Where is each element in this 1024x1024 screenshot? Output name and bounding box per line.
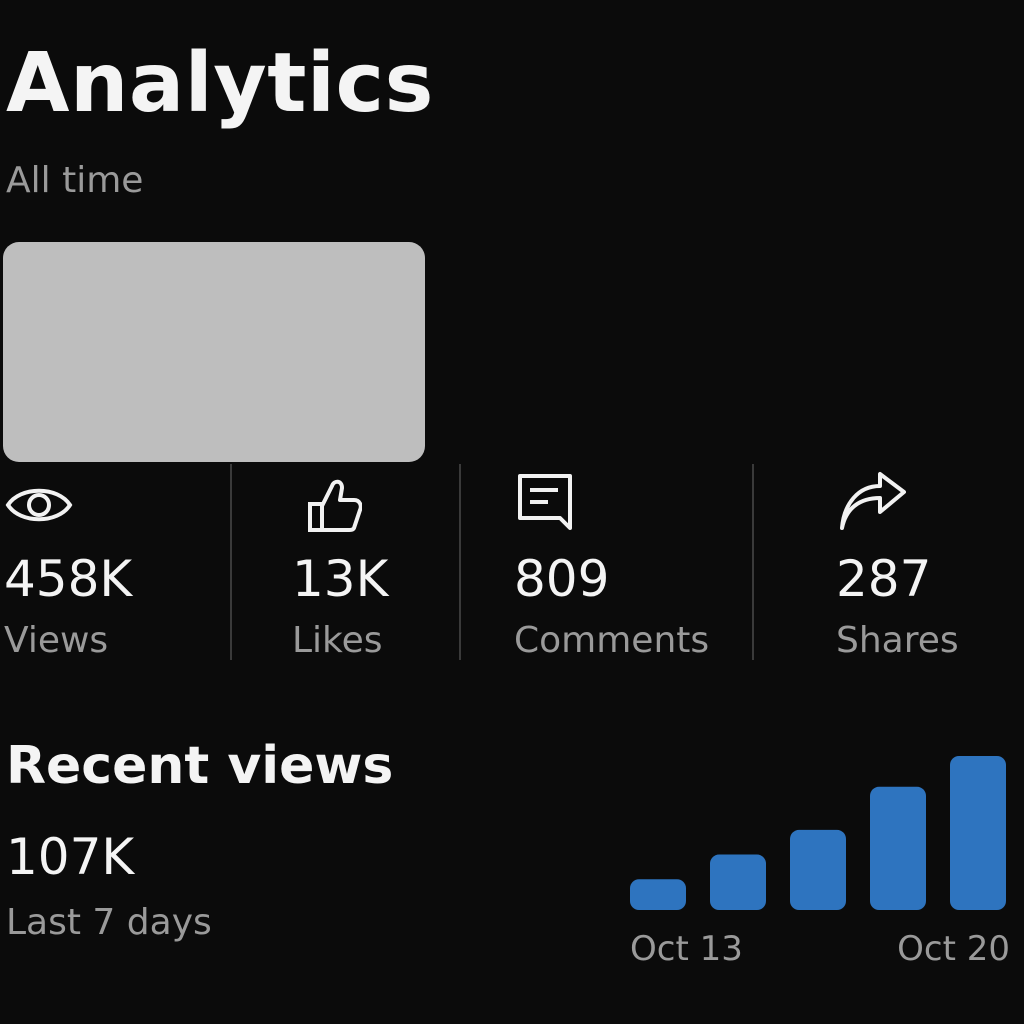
recent-views-chart[interactable]: Oct 13 Oct 20 (620, 740, 1020, 980)
chart-bar[interactable] (870, 786, 926, 910)
chart-tick-label: Oct 20 (897, 929, 1010, 969)
shares-label: Shares (836, 620, 959, 661)
divider (230, 464, 232, 660)
analytics-screen: Analytics All time 458K Views 13K Likes … (0, 0, 1024, 1024)
chart-bar[interactable] (630, 879, 686, 910)
chart-tick-label: Oct 13 (630, 929, 743, 969)
shares-value: 287 (836, 550, 932, 608)
divider (752, 464, 754, 660)
chart-bar[interactable] (710, 854, 766, 910)
chart-bar[interactable] (950, 756, 1006, 910)
comments-value: 809 (514, 550, 610, 608)
comments-label: Comments (514, 620, 710, 661)
stat-shares[interactable]: 287 Shares (836, 470, 959, 661)
share-arrow-icon (840, 472, 906, 530)
views-value: 458K (4, 550, 133, 608)
stat-views[interactable]: 458K Views (4, 470, 132, 661)
stat-comments[interactable]: 809 Comments (514, 470, 709, 661)
stat-likes[interactable]: 13K Likes (292, 470, 388, 661)
likes-label: Likes (292, 620, 383, 661)
video-thumbnail[interactable] (3, 242, 425, 462)
page-title: Analytics (6, 36, 434, 131)
time-range-label[interactable]: All time (6, 160, 143, 201)
eye-icon (5, 488, 73, 522)
comment-icon (518, 474, 572, 530)
views-label: Views (4, 620, 109, 661)
bar-chart: Oct 13 Oct 20 (630, 756, 1010, 969)
recent-views-title: Recent views (6, 736, 394, 796)
recent-views-period: Last 7 days (6, 902, 212, 943)
thumbs-up-icon (308, 479, 362, 532)
divider (459, 464, 461, 660)
recent-views-value: 107K (6, 828, 135, 886)
chart-bar[interactable] (790, 829, 846, 910)
likes-value: 13K (292, 550, 389, 608)
